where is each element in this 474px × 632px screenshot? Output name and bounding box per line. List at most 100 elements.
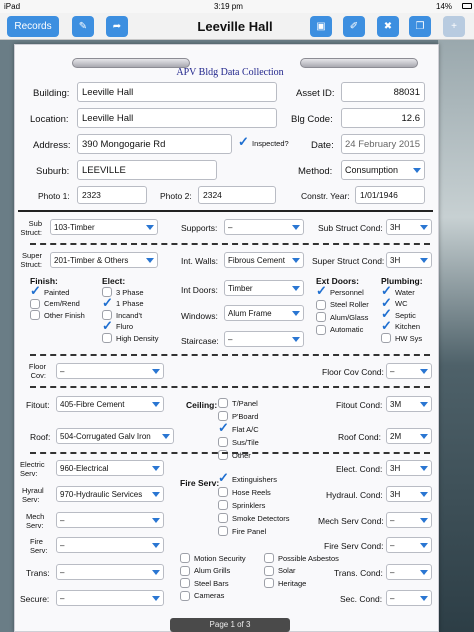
super-struct-select[interactable]: 201-Timber & Others [50,252,158,268]
trans-cond-select[interactable]: – [386,564,432,580]
checkbox-box [30,298,40,309]
checkbox-security-b-1[interactable]: Solar [264,565,296,576]
building-label: Building: [33,88,70,99]
super-struct-cond-select[interactable]: 3H [386,252,432,268]
checkbox-box [381,333,391,343]
photo2-field[interactable]: 2324 [198,186,276,204]
checkbox-ext-doors-1[interactable]: Steel Roller [316,299,369,310]
fitout-cond-label: Fitout Cond: [336,400,383,410]
dashed-divider [30,386,430,388]
staircase-select[interactable]: – [224,331,304,347]
checkbox-finish-1[interactable]: Cem/Rend [30,298,80,309]
fitout-cond-value: 3M [390,399,402,409]
int-walls-label: Int. Walls: [181,256,218,266]
secure-select[interactable]: – [56,590,164,606]
sub-struct-cond-select[interactable]: 3H [386,219,432,235]
windows-value: Alum Frame [228,308,272,318]
checkbox-ext-doors-2[interactable]: Alum/Glass [316,312,368,322]
checkbox-elect-1[interactable]: 1 Phase [102,295,144,311]
asset-id-field[interactable]: 88031 [341,82,425,102]
int-doors-select[interactable]: Timber [224,280,304,296]
checkbox-security-b-2[interactable]: Heritage [264,578,306,588]
fitout-value: 405-Fibre Cement [60,399,125,409]
checkbox-ceiling-2[interactable]: Flat A/C [218,420,259,436]
sec-cond-select[interactable]: – [386,590,432,606]
mech-serv-select[interactable]: – [56,512,164,528]
location-label: Location: [30,114,69,125]
checkbox-elect-4[interactable]: High Density [102,333,159,343]
floor-cov-cond-select[interactable]: – [386,363,432,379]
suburb-field[interactable]: LEEVILLE [77,160,217,180]
section-divider [18,210,433,212]
mech-serv-cond-select[interactable]: – [386,512,432,528]
fire-serv-cond-select[interactable]: – [386,537,432,553]
fire-serv-cond-value: – [390,540,395,550]
checkbox-ext-doors-0[interactable]: Personnel [316,283,364,299]
roof-cond-select[interactable]: 2M [386,428,432,444]
photo1-field[interactable]: 2323 [77,186,147,204]
checkbox-security-b-0[interactable]: Possible Asbestos [264,553,339,563]
windows-select[interactable]: Alum Frame [224,305,304,321]
method-select[interactable]: Consumption [341,160,425,180]
floor-cov-cond-value: – [390,366,395,376]
checkbox-fire-serv-1[interactable]: Hose Reels [218,487,271,497]
roof-select[interactable]: 504-Corrugated Galv Iron [56,428,174,444]
save-icon[interactable]: ▣ [310,16,332,37]
checkbox-elect-3[interactable]: Fluro [102,318,133,334]
checkbox-ceiling-0[interactable]: T/Panel [218,398,258,408]
checkbox-plumbing-3[interactable]: Kitchen [381,318,420,334]
checkbox-fire-serv-3[interactable]: Smoke Detectors [218,513,290,523]
chevron-down-icon [420,517,428,523]
checkbox-security-a-0[interactable]: Motion Security [180,553,246,563]
checkbox-security-a-1[interactable]: Alum Grills [180,565,230,576]
brush-icon[interactable]: ✎ [72,16,94,37]
checkbox-box [218,513,228,523]
records-button[interactable]: Records [7,16,59,37]
chevron-down-icon [420,401,428,407]
checkbox-box [218,526,228,536]
page-indicator[interactable]: Page 1 of 3 [170,618,290,632]
checkbox-fire-serv-0[interactable]: Extinguishers [218,470,277,486]
fitout-select[interactable]: 405-Fibre Cement [56,396,164,412]
edit-pen-icon[interactable]: ✐ [343,16,365,37]
checkbox-plumbing-4[interactable]: HW Sys [381,333,422,343]
checkbox-fire-serv-4[interactable]: Fire Panel [218,526,266,536]
chevron-down-icon [292,224,300,230]
inspected-checkbox[interactable]: Inspected? [238,134,289,150]
checkbox-finish-2[interactable]: Other Finish [30,310,85,320]
mech-serv-cond-value: – [390,515,395,525]
battery-level: 14% [436,2,453,11]
floor-cov-select[interactable]: – [56,363,164,379]
checkbox-ceiling-3[interactable]: Sus/Tile [218,437,259,447]
trans-select[interactable]: – [56,564,164,580]
building-field[interactable]: Leeville Hall [77,82,277,102]
trash-icon[interactable]: ✖ [377,16,399,37]
checkbox-finish-0[interactable]: Painted [30,283,69,299]
copy-icon[interactable]: ❐ [409,16,431,37]
supports-value: – [228,222,233,232]
supports-select[interactable]: – [224,219,304,235]
check-icon [316,283,327,299]
checkbox-security-a-3[interactable]: Cameras [180,590,224,601]
sub-struct-select[interactable]: 103-Timber [50,219,158,235]
chevron-down-icon [152,465,160,471]
elect-cond-select[interactable]: 3H [386,460,432,476]
hydraul-serv-select[interactable]: 970-Hydraulic Services [56,486,164,502]
blg-code-field[interactable]: 12.6 [341,108,425,128]
floor-cov-value: – [60,366,65,376]
checkbox-security-a-2[interactable]: Steel Bars [180,578,229,588]
share-icon[interactable]: ➦ [106,16,128,37]
int-walls-select[interactable]: Fibrous Cement [224,252,304,268]
location-field[interactable]: Leeville Hall [77,108,277,128]
add-icon[interactable]: + [443,16,465,37]
electric-serv-select[interactable]: 960-Electrical [56,460,164,476]
photo2-label: Photo 2: [160,191,192,201]
checkbox-fire-serv-2[interactable]: Sprinklers [218,500,265,510]
address-field[interactable]: 390 Mongogarie Rd [77,134,232,154]
fitout-cond-select[interactable]: 3M [386,396,432,412]
checkbox-ext-doors-3[interactable]: Automatic [316,324,363,335]
constr-year-field[interactable]: 1/01/1946 [355,186,425,204]
fire-serv-select[interactable]: – [56,537,164,553]
date-field[interactable]: 24 February 2015 [341,134,425,154]
hydraul-cond-select[interactable]: 3H [386,486,432,502]
